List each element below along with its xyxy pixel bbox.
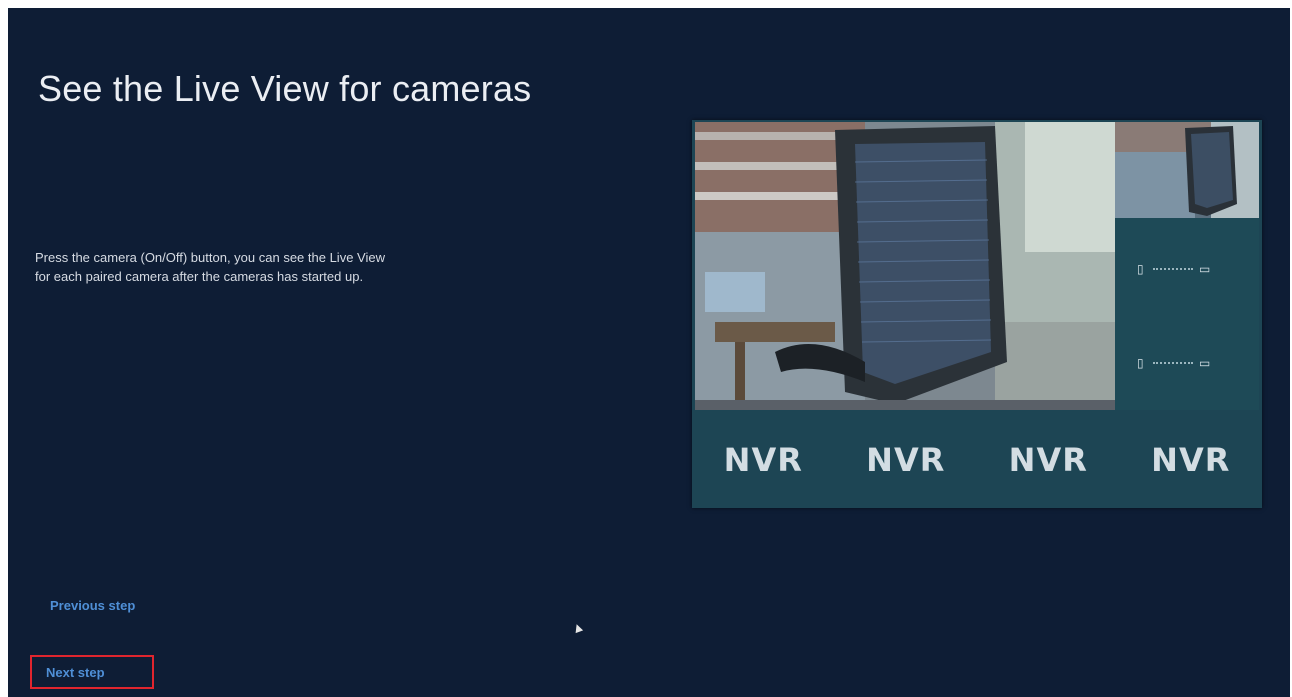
nvr-label-1: NVR bbox=[723, 441, 803, 479]
nvr-label-row: NVR NVR NVR NVR bbox=[692, 420, 1262, 500]
instruction-text: Press the camera (On/Off) button, you ca… bbox=[35, 248, 595, 286]
link-dashes bbox=[1153, 268, 1193, 270]
monitor-icon: ▭ bbox=[1199, 356, 1211, 370]
camera-link-indicator-1: ▯ ▭ bbox=[1137, 260, 1237, 278]
mouse-cursor-icon bbox=[572, 622, 584, 634]
next-step-button[interactable]: Next step bbox=[30, 655, 154, 689]
camera-link-indicator-2: ▯ ▭ bbox=[1137, 354, 1237, 372]
main-camera-feed bbox=[695, 122, 1115, 410]
instruction-line-2: for each paired camera after the cameras… bbox=[35, 269, 364, 284]
camera-thumbnail[interactable] bbox=[1115, 122, 1259, 218]
page-title: See the Live View for cameras bbox=[38, 68, 532, 109]
monitor-icon: ▭ bbox=[1199, 262, 1211, 276]
thumbnail-image bbox=[1115, 122, 1259, 218]
instruction-line-1: Press the camera (On/Off) button, you ca… bbox=[35, 250, 385, 265]
nvr-label-4: NVR bbox=[1151, 441, 1231, 479]
nvr-label-3: NVR bbox=[1008, 441, 1088, 479]
camera-icon: ▯ bbox=[1137, 356, 1144, 370]
setup-wizard-screen: See the Live View for cameras Press the … bbox=[8, 8, 1290, 697]
previous-step-button[interactable]: Previous step bbox=[50, 598, 135, 613]
camera-icon: ▯ bbox=[1137, 262, 1144, 276]
live-view-preview: ▯ ▭ ▯ ▭ NVR NVR NVR NVR bbox=[692, 120, 1262, 508]
link-dashes bbox=[1153, 362, 1193, 364]
nvr-label-2: NVR bbox=[866, 441, 946, 479]
camera-feed-image bbox=[695, 122, 1115, 410]
camera-side-column: ▯ ▭ ▯ ▭ bbox=[1115, 122, 1259, 410]
